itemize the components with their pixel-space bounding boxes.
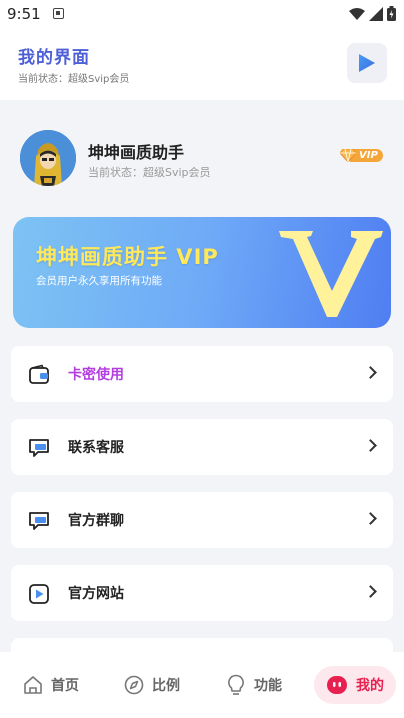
nav-features[interactable]: 功能: [226, 666, 282, 704]
chevron-right-icon: [364, 585, 377, 598]
nav-label: 比例: [152, 678, 180, 694]
banner-subtitle: 会员用户永久享用所有功能: [36, 275, 162, 287]
menu-item-label: 官方群聊: [68, 513, 124, 529]
nav-label: 功能: [254, 678, 282, 694]
profile-card: 坤坤画质助手 当前状态：超级Svip会员 VIP: [0, 100, 404, 210]
page-title: 我的界面: [18, 48, 90, 68]
vip-banner[interactable]: 坤坤画质助手 VIP 会员用户永久享用所有功能 V: [13, 217, 391, 328]
diamond-icon: [340, 149, 356, 162]
profile-status: 当前状态：超级Svip会员: [88, 166, 211, 179]
menu-item-label: 联系客服: [68, 440, 124, 456]
bottom-navigation: 首页 比例 功能 我的: [0, 652, 404, 718]
compass-icon: [124, 675, 144, 695]
wallet-icon: [29, 364, 49, 384]
wifi-icon: [349, 7, 365, 20]
chevron-right-icon: [364, 366, 377, 379]
notification-icon: [53, 8, 64, 19]
menu-item-customer-service[interactable]: 联系客服: [11, 419, 393, 475]
menu-item-official-group[interactable]: 官方群聊: [11, 492, 393, 548]
menu-item-label: 官方网站: [68, 586, 124, 602]
status-bar: 9:51: [0, 0, 404, 28]
header: 我的界面 当前状态：超级Svip会员: [0, 28, 404, 100]
user-face-icon: [327, 676, 347, 694]
vip-badge: VIP: [340, 149, 383, 162]
play-button[interactable]: [347, 43, 387, 83]
banner-letter: V: [275, 221, 276, 222]
page-subtitle: 当前状态：超级Svip会员: [18, 74, 130, 85]
avatar-image-icon: [20, 130, 76, 186]
menu-item-label: 卡密使用: [68, 367, 124, 383]
menu-item-card-code[interactable]: 卡密使用: [11, 346, 393, 402]
avatar[interactable]: [20, 130, 76, 186]
group-chat-icon: [29, 512, 49, 530]
signal-icon: [369, 6, 383, 21]
status-time: 9:51: [7, 5, 41, 23]
chat-icon: [29, 439, 49, 457]
chevron-right-icon: [364, 439, 377, 452]
home-icon: [24, 676, 42, 694]
nav-mine[interactable]: 我的: [314, 666, 396, 704]
profile-name: 坤坤画质助手: [88, 143, 185, 162]
nav-label: 首页: [51, 678, 79, 694]
play-square-icon: [29, 584, 49, 604]
lightbulb-icon: [228, 674, 244, 695]
menu-item-official-website[interactable]: 官方网站: [11, 565, 393, 621]
nav-ratio[interactable]: 比例: [124, 666, 180, 704]
nav-home[interactable]: 首页: [23, 666, 79, 704]
chevron-right-icon: [364, 512, 377, 525]
banner-title: 坤坤画质助手 VIP: [36, 245, 219, 269]
big-v-logo: V: [275, 221, 383, 317]
battery-icon: [387, 6, 396, 21]
play-icon: [359, 54, 375, 72]
status-icons: [349, 6, 396, 21]
nav-label: 我的: [356, 678, 384, 694]
